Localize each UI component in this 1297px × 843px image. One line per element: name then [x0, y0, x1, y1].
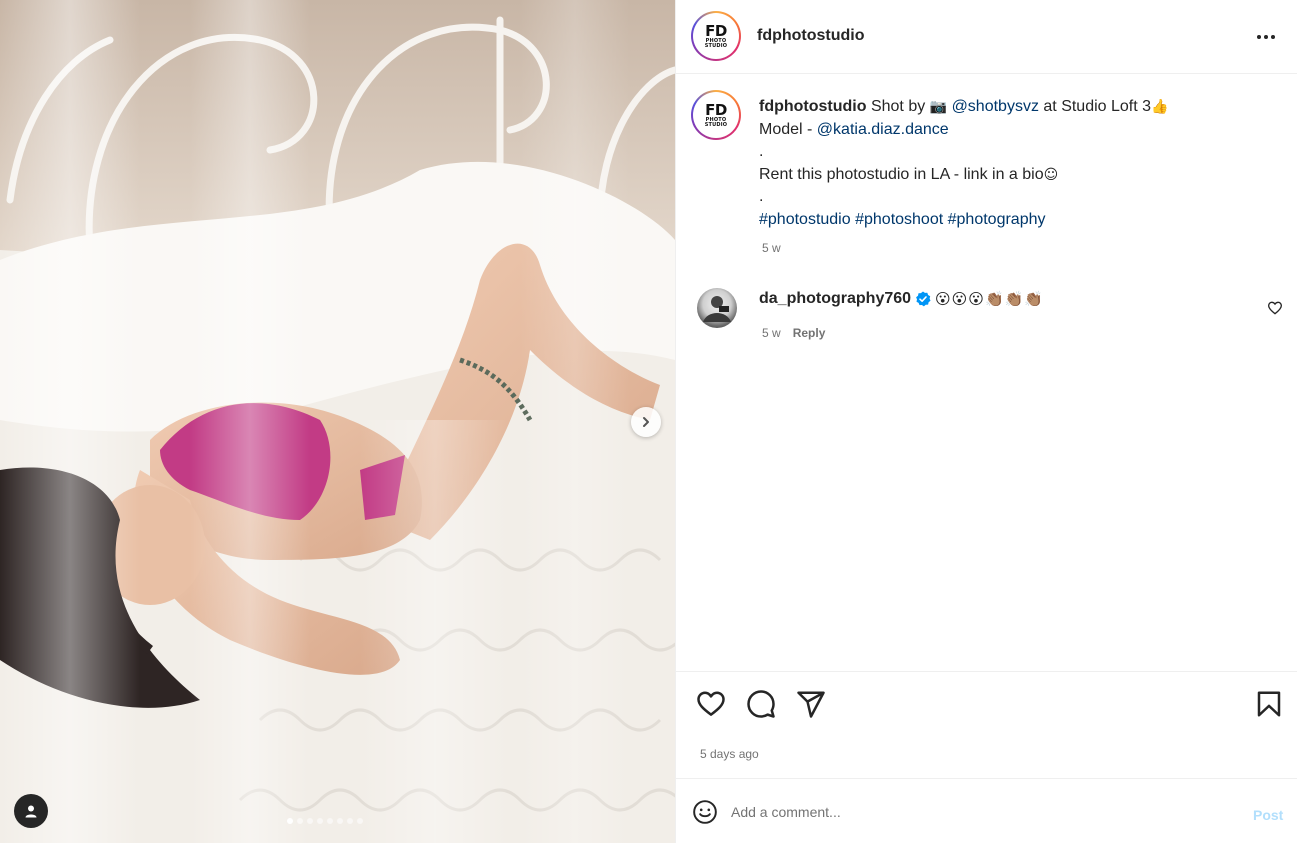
user-tag-icon: [25, 805, 37, 818]
smiley-icon[interactable]: [692, 799, 718, 825]
commenter-avatar[interactable]: [697, 288, 737, 328]
comment-meta: 5 w Reply: [762, 326, 825, 340]
hashtag-link[interactable]: #photoshoot: [855, 211, 943, 228]
post-timestamp[interactable]: 5 days ago: [700, 747, 759, 761]
caption-separator: .: [759, 143, 764, 160]
fd-logo: FD PHOTO STUDIO: [695, 94, 737, 136]
bookmark-icon[interactable]: [1254, 689, 1284, 719]
carousel-indicator: [287, 818, 363, 824]
logo-text: STUDIO: [704, 42, 728, 49]
caption-timestamp[interactable]: 5 w: [762, 241, 781, 255]
caption-username[interactable]: fdphotostudio: [759, 98, 867, 115]
post-comment-button[interactable]: Post: [1253, 807, 1283, 823]
caption-author-avatar[interactable]: FD PHOTO STUDIO: [691, 90, 741, 140]
post-details-panel: FD PHOTO STUDIO fdphotostudio FD PHOTO S…: [675, 0, 1297, 843]
post-actions: 5 days ago: [676, 671, 1297, 779]
carousel-dot: [287, 818, 293, 824]
hashtag-link[interactable]: #photostudio: [759, 211, 851, 228]
add-comment-bar: Post: [676, 779, 1297, 843]
logo-text: FD: [705, 100, 727, 119]
comment-timestamp[interactable]: 5 w: [762, 326, 781, 340]
caption-fragment: Model -: [759, 120, 817, 138]
carousel-dot: [357, 818, 363, 824]
comment-heart-icon[interactable]: [1267, 300, 1283, 316]
chevron-right-icon: [643, 417, 649, 427]
comment-input[interactable]: [731, 801, 1211, 823]
tagged-users-button[interactable]: [14, 794, 48, 828]
thumbs-up-emoji: 👍: [1151, 99, 1169, 115]
mention-model[interactable]: @katia.diaz.dance: [817, 121, 949, 138]
reply-button[interactable]: Reply: [793, 326, 826, 340]
comment-icon[interactable]: [746, 689, 776, 719]
commenter-avatar-image: [703, 296, 731, 322]
photo-illustration: [0, 0, 675, 843]
heart-icon[interactable]: [696, 689, 726, 719]
caption-separator: .: [759, 188, 764, 205]
post-header: FD PHOTO STUDIO fdphotostudio: [676, 0, 1297, 74]
camera-emoji: 📷: [929, 99, 948, 115]
comment-text: 😮😮😮👏🏽👏🏽👏🏽: [935, 290, 1044, 308]
share-icon[interactable]: [796, 689, 826, 719]
commenter-username[interactable]: da_photography760: [759, 290, 911, 308]
caption-fragment: at Studio Loft 3: [1038, 98, 1152, 115]
carousel-next-button[interactable]: [631, 407, 661, 437]
caption-text: fdphotostudio Shot by 📷 @shotbysvz at St…: [759, 96, 1279, 231]
hashtag-link[interactable]: #photography: [948, 211, 1046, 228]
carousel-dot: [297, 818, 303, 824]
carousel-dot: [327, 818, 333, 824]
carousel-dot: [337, 818, 343, 824]
more-options-button[interactable]: [1254, 28, 1278, 46]
caption-fragment: Shot by: [866, 98, 930, 115]
logo-text: STUDIO: [704, 121, 728, 128]
mention-photographer[interactable]: @shotbysvz: [952, 98, 1039, 115]
more-horizontal-icon: [1257, 35, 1261, 39]
author-avatar[interactable]: FD PHOTO STUDIO: [691, 11, 741, 61]
smile-emoji: ☺: [1043, 166, 1059, 183]
comment-item: da_photography760 😮😮😮👏🏽👏🏽👏🏽 5 w Reply: [676, 286, 1297, 346]
comment-content: da_photography760 😮😮😮👏🏽👏🏽👏🏽: [759, 290, 1044, 308]
carousel-dot: [347, 818, 353, 824]
logo-text: FD: [705, 21, 727, 40]
carousel-dot: [307, 818, 313, 824]
fd-logo: FD PHOTO STUDIO: [695, 15, 737, 57]
post-photo[interactable]: [0, 0, 675, 843]
verified-badge-icon: [916, 291, 931, 307]
carousel-dot: [317, 818, 323, 824]
author-username[interactable]: fdphotostudio: [757, 27, 865, 45]
caption-fragment: Rent this photostudio in LA - link in a …: [759, 165, 1044, 183]
